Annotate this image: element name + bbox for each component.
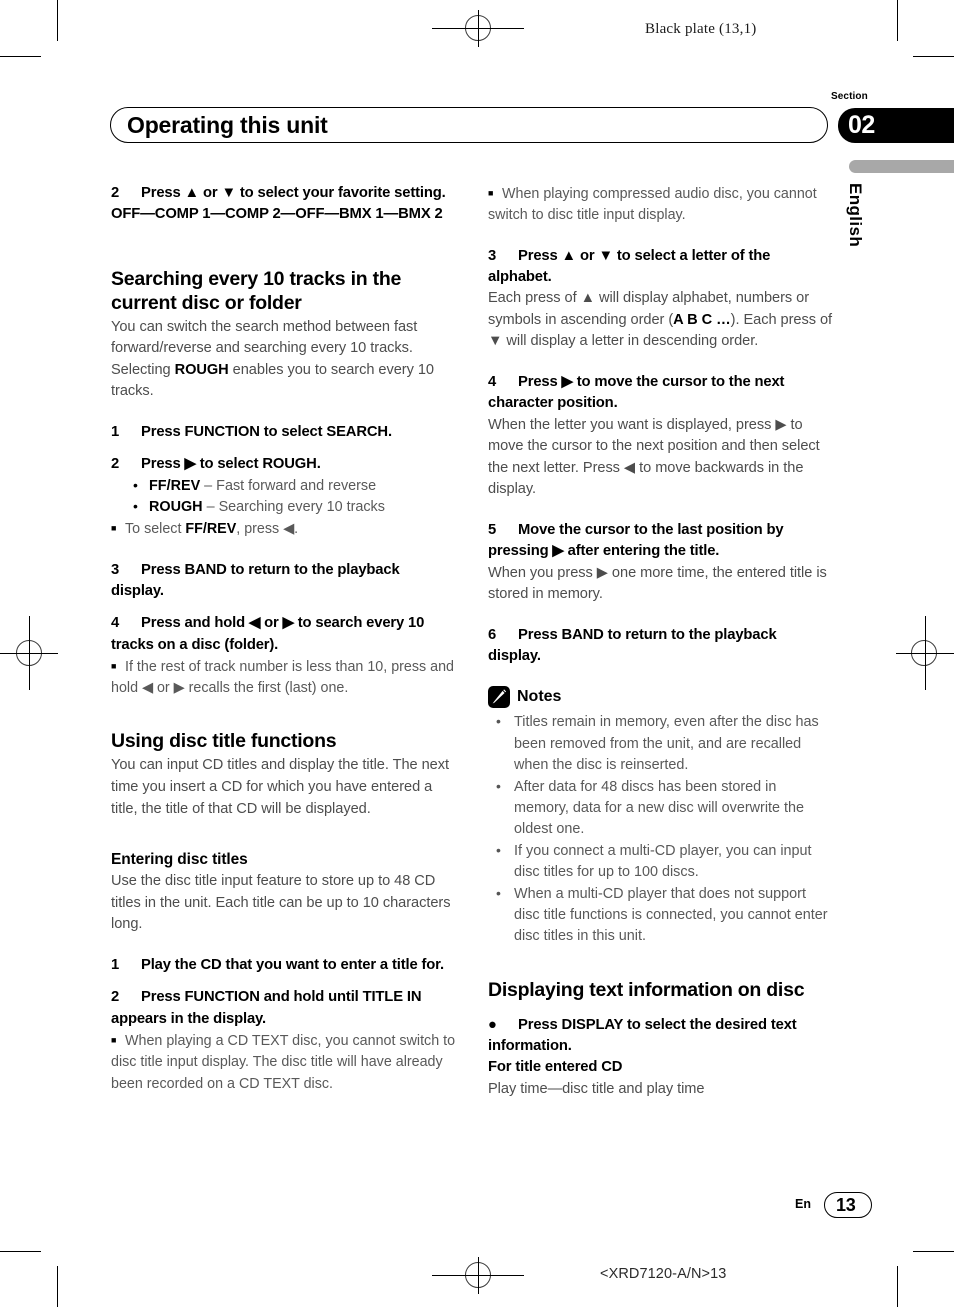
step-item: 2 Press ▲ or ▼ to select your favorite se…	[111, 183, 456, 204]
step-item: 3 Press BAND to return to the playback di…	[111, 560, 456, 603]
paragraph-step5-body: When you press ▶ one more time, the ente…	[488, 564, 827, 603]
text-emphasis: A B C …	[673, 311, 731, 328]
step-values: OFF—COMP 1—COMP 2—OFF—BMX 1—BMX 2	[111, 206, 443, 223]
subheading-entering-disc-titles: Entering disc titles	[111, 851, 248, 869]
crop-mark-bottom-right-horizontal	[913, 1251, 954, 1253]
step-item: 1 Play the CD that you want to enter a ti…	[111, 955, 456, 976]
step-text: Press FUNCTION to select SEARCH.	[141, 423, 392, 440]
step-text: Play the CD that you want to enter a tit…	[141, 957, 444, 974]
square-note: ■ When playing compressed audio disc, you…	[488, 183, 833, 227]
square-bullet-icon: ■	[111, 660, 117, 671]
list-item: Titles remain in memory, even after the …	[490, 711, 833, 776]
heading-displaying-text-information: Displaying text information on disc	[488, 978, 805, 1001]
crop-mark-top-left-vertical	[57, 0, 59, 41]
paragraph-disc-title-intro: You can input CD titles and display the …	[111, 757, 449, 817]
step-item-bullet: ● Press DISPLAY to select the desired tex…	[488, 1015, 833, 1058]
footer-language: En	[795, 1197, 811, 1211]
step-number: 6	[488, 626, 497, 643]
left-column: 2 Press ▲ or ▼ to select your favorite se…	[111, 183, 456, 1095]
step-item: 4 Press and hold ◀ or ▶ to search every 1…	[111, 613, 456, 656]
text-fragment: To select	[125, 521, 186, 538]
notes-label: Notes	[517, 688, 562, 706]
list-item: FF/REV – Fast forward and reverse	[133, 475, 456, 497]
display-mode-body: Play time—disc title and play time	[488, 1080, 705, 1097]
right-column: ■ When playing compressed audio disc, you…	[488, 183, 833, 1100]
step-number: 1	[111, 957, 120, 974]
square-note: ■ If the rest of track number is less tha…	[111, 656, 456, 700]
step-text: Press FUNCTION and hold until TITLE IN a…	[111, 989, 422, 1027]
step-number: 3	[488, 247, 497, 264]
language-tab-label: English	[846, 183, 865, 248]
option-desc: – Searching every 10 tracks	[202, 498, 385, 515]
step-text: Press and hold ◀ or ▶ to search every 10…	[111, 615, 425, 653]
display-mode-label: For title entered CD	[488, 1059, 623, 1076]
step-number: 4	[111, 615, 120, 632]
note-text: When playing a CD TEXT disc, you cannot …	[111, 1032, 456, 1092]
step-text: Press ▶ to move the cursor to the next c…	[488, 373, 785, 412]
filled-circle-bullet-icon: ●	[488, 1016, 497, 1033]
paragraph-entering-intro: Use the disc title input feature to stor…	[111, 873, 451, 933]
list-item: When a multi-CD player that does not sup…	[490, 883, 833, 948]
footer-document-code: <XRD7120-A/N>13	[600, 1266, 727, 1282]
step-text: Press DISPLAY to select the desired text…	[488, 1016, 797, 1055]
step-text: Press ▶ to select ROUGH.	[141, 456, 321, 473]
section-word-label: Section	[831, 91, 868, 102]
square-bullet-icon: ■	[111, 1034, 117, 1045]
crop-mark-top-right-horizontal	[913, 56, 954, 58]
pencil-icon	[488, 686, 510, 709]
list-item: If you connect a multi-CD player, you ca…	[490, 840, 833, 884]
step-item: 4 Press ▶ to move the cursor to the next …	[488, 372, 833, 415]
crop-mark-top-right-vertical	[897, 0, 899, 41]
paragraph-step3-body: Each press of ▲ will display alphabet, n…	[488, 288, 833, 353]
crop-mark-bottom-right-vertical	[897, 1266, 899, 1307]
heading-searching-tracks: Searching every 10 tracks in the current…	[111, 267, 402, 314]
step-text: Press ▲ or ▼ to select your favorite set…	[141, 185, 446, 201]
square-bullet-icon: ■	[111, 523, 117, 534]
paragraph-step4-body: When the letter you want is displayed, p…	[488, 416, 820, 498]
step-number: 3	[111, 561, 120, 578]
list-item: After data for 48 discs has been stored …	[490, 776, 833, 841]
option-list: FF/REV – Fast forward and reverse ROUGH …	[111, 475, 456, 519]
step-item: 6 Press BAND to return to the playback di…	[488, 625, 833, 668]
option-name: FF/REV	[149, 477, 201, 494]
square-bullet-icon: ■	[488, 188, 494, 198]
step-number: 1	[111, 423, 120, 440]
note-text: If the rest of track number is less than…	[111, 658, 454, 697]
language-tab-bar	[849, 160, 954, 173]
page-number: 13	[836, 1195, 856, 1215]
page-title: Operating this unit	[127, 112, 328, 138]
option-name: ROUGH	[149, 498, 203, 515]
crop-mark-bottom-left-horizontal	[0, 1251, 41, 1253]
step-item: 5 Move the cursor to the last position by…	[488, 520, 833, 563]
text-emphasis: FF/REV	[185, 521, 237, 538]
step-text: Press BAND to return to the playback dis…	[111, 561, 400, 599]
note-text: When playing compressed audio disc, you …	[488, 186, 817, 224]
step-item: 2 Press ▶ to select ROUGH.	[111, 454, 456, 475]
step-item: 3 Press ▲ or ▼ to select a letter of the …	[488, 246, 833, 289]
step-number: 2	[111, 185, 120, 201]
text-fragment: , press ◀.	[236, 521, 299, 538]
crop-mark-top-left-horizontal	[0, 56, 41, 58]
plate-label: Black plate (13,1)	[645, 21, 757, 37]
step-number: 2	[111, 456, 120, 473]
step-item: 2 Press FUNCTION and hold until TITLE IN …	[111, 987, 456, 1030]
step-text: Move the cursor to the last position by …	[488, 521, 784, 560]
step-text: Press ▲ or ▼ to select a letter of the a…	[488, 247, 771, 285]
option-desc: – Fast forward and reverse	[200, 477, 377, 494]
paragraph-search-intro: You can switch the search method between…	[111, 317, 456, 403]
step-text: Press BAND to return to the playback dis…	[488, 626, 777, 665]
section-number: 02	[848, 111, 875, 139]
square-note: ■ To select FF/REV, press ◀.	[111, 518, 456, 540]
square-note: ■ When playing a CD TEXT disc, you cannot…	[111, 1030, 456, 1095]
list-item: ROUGH – Searching every 10 tracks	[133, 496, 456, 518]
notes-heading: Notes	[488, 686, 833, 709]
crop-mark-bottom-left-vertical	[57, 1266, 59, 1307]
step-number: 2	[111, 989, 120, 1006]
text-emphasis: ROUGH	[174, 361, 229, 378]
step-number: 4	[488, 373, 497, 390]
step-item: 1 Press FUNCTION to select SEARCH.	[111, 422, 456, 443]
heading-disc-title-functions: Using disc title functions	[111, 730, 337, 753]
notes-list: Titles remain in memory, even after the …	[488, 711, 833, 948]
step-number: 5	[488, 521, 497, 538]
